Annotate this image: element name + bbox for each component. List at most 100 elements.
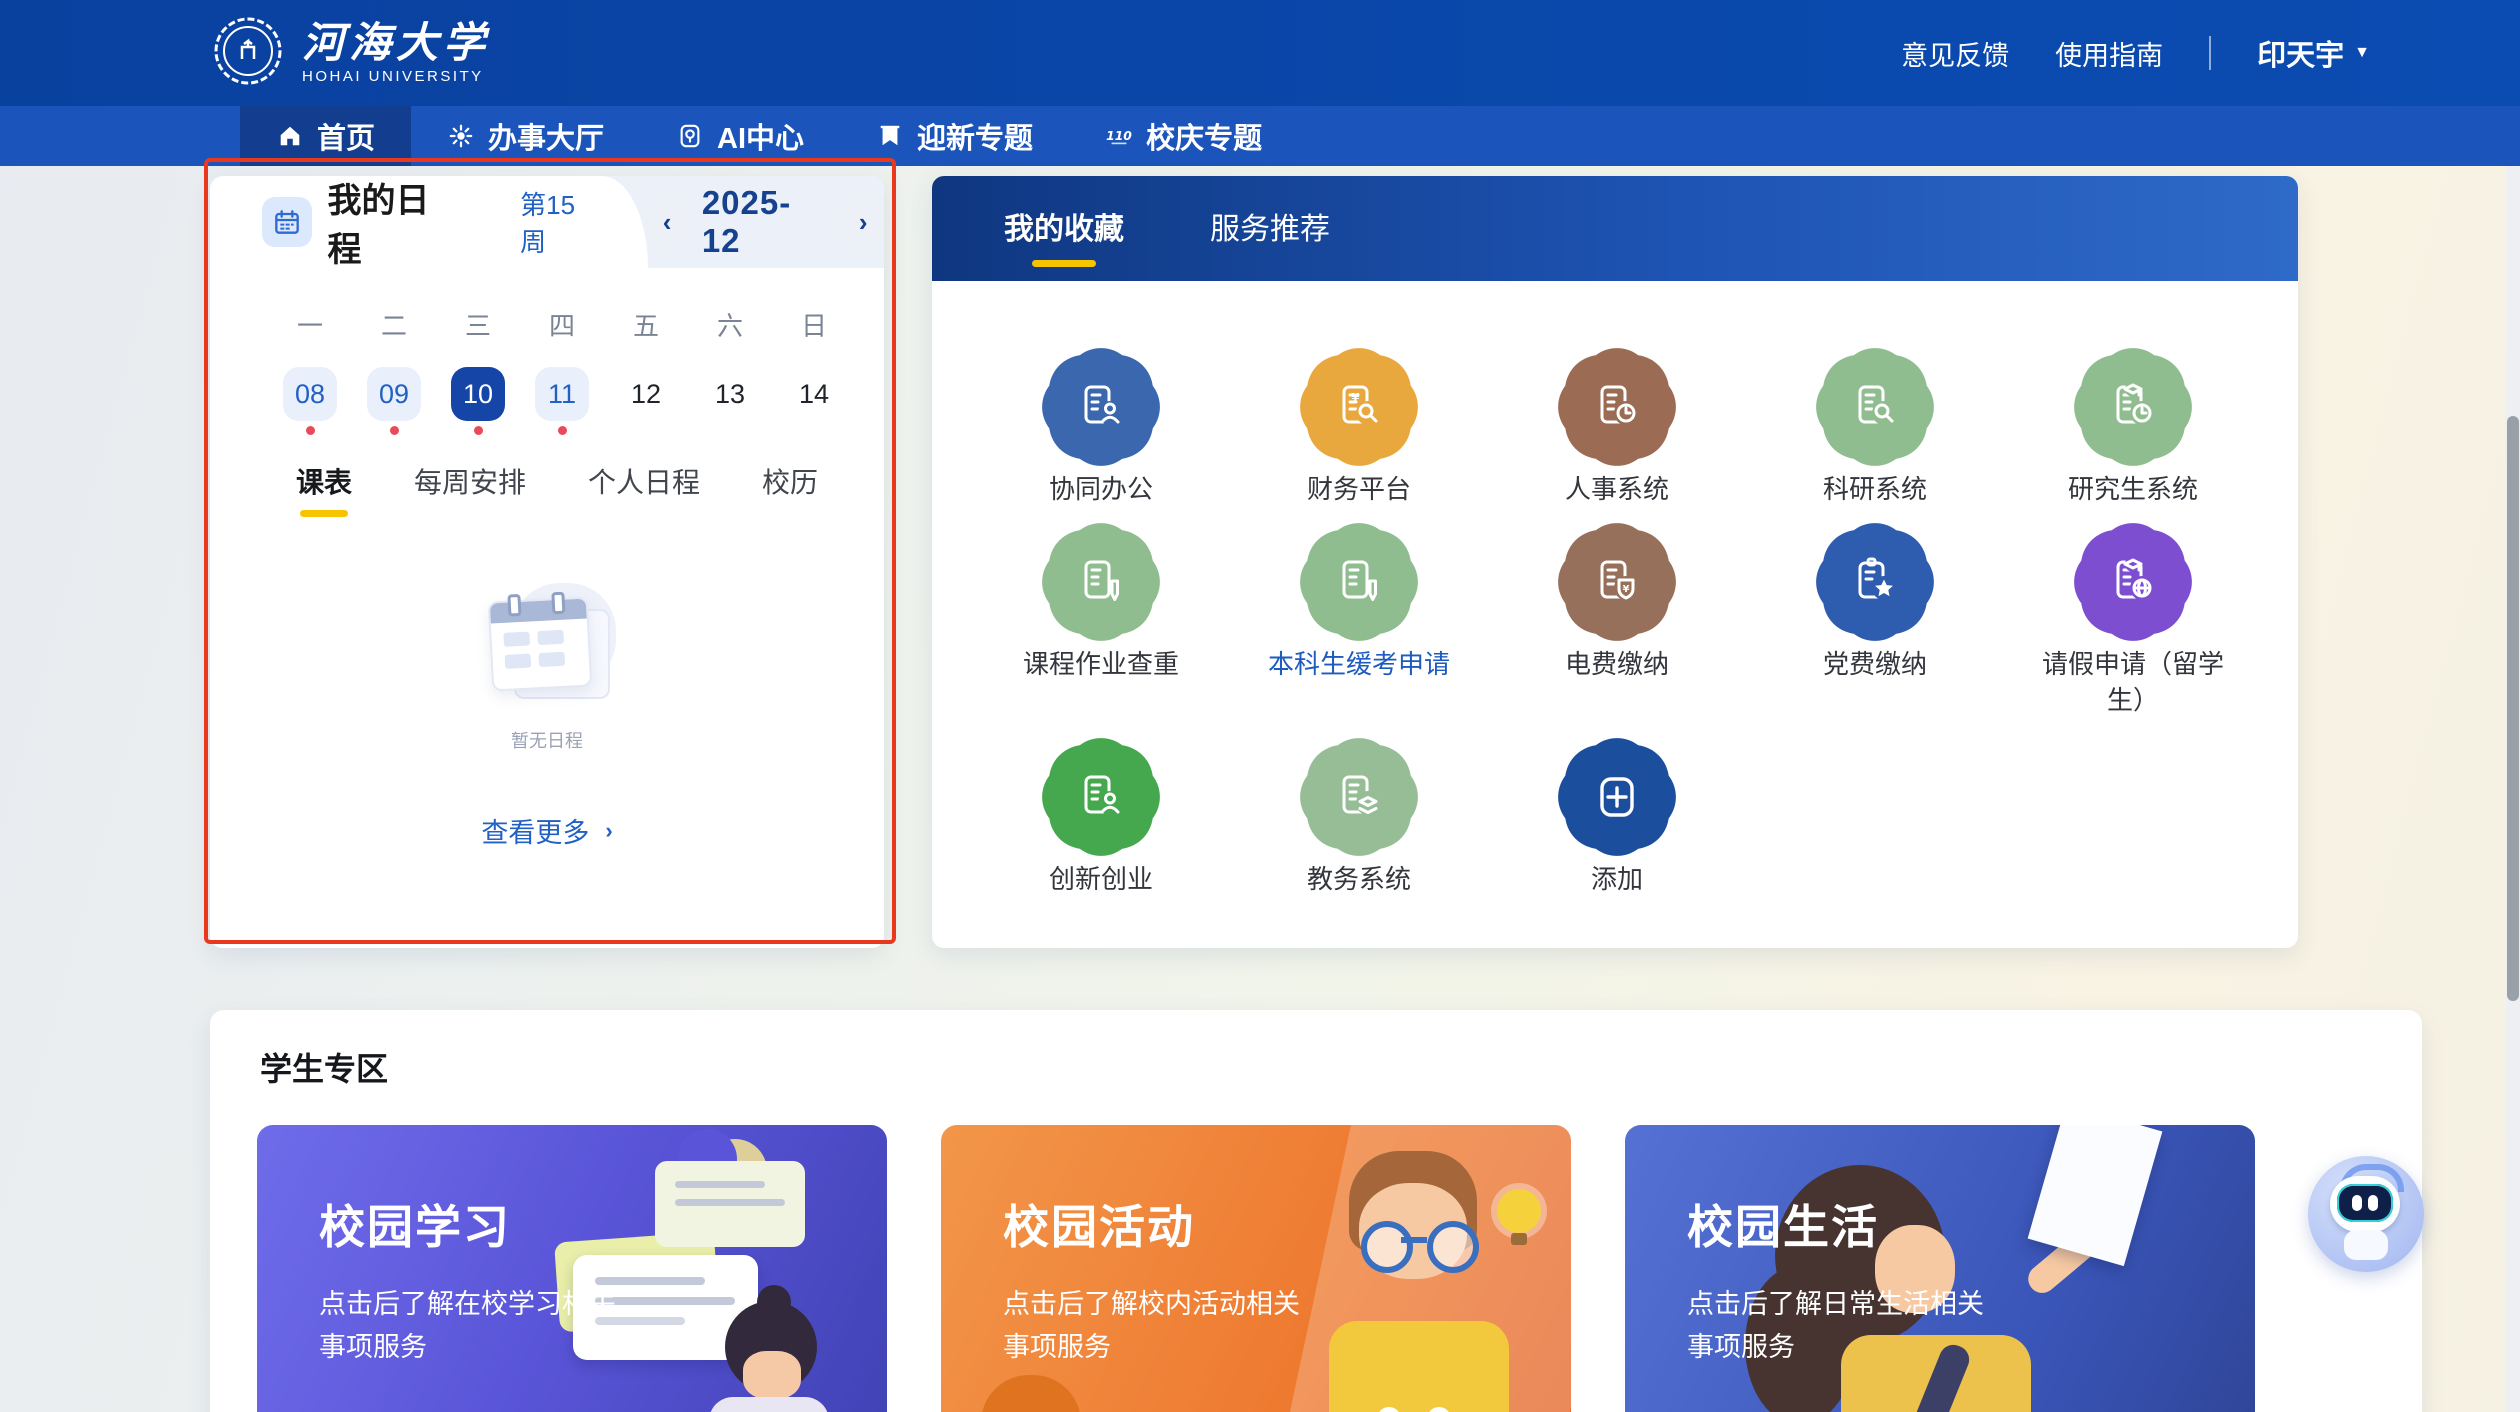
view-more-link[interactable]: 查看更多 › — [481, 811, 612, 850]
favorite-service[interactable]: 协同办公 — [972, 355, 1230, 530]
anniversary-110-icon: 110 — [1105, 122, 1133, 150]
date-chip[interactable]: 14 — [787, 367, 841, 421]
tab-underline — [446, 510, 494, 517]
doc-star-badge-icon — [1823, 530, 1927, 634]
doc-person-badge-icon — [1049, 355, 1153, 459]
schedule-tab-timetable[interactable]: 课表 — [296, 461, 352, 517]
add-service-button[interactable]: 添加 — [1488, 745, 1746, 897]
student-card-campus-study[interactable]: 校园学习点击后了解在校学习相关事项服务 — [257, 1125, 887, 1412]
doc-layers-badge-icon — [1307, 745, 1411, 849]
tab-underline — [620, 510, 668, 517]
svg-text:110: 110 — [1106, 129, 1132, 143]
nav-item-ai-center[interactable]: AI中心 — [640, 106, 840, 166]
nav-item-home[interactable]: 首页 — [240, 106, 411, 166]
next-month-button[interactable]: › — [842, 201, 884, 243]
date-chip[interactable]: 12 — [619, 367, 673, 421]
event-dot — [306, 426, 315, 435]
favorite-service[interactable]: 党费缴纳 — [1746, 530, 2004, 745]
empty-schedule-state: 暂无日程 查看更多 › — [210, 583, 884, 850]
card-title: 校园学习 — [319, 1191, 511, 1257]
service-label: 电费缴纳 — [1565, 646, 1669, 682]
favorite-service[interactable]: ¥电费缴纳 — [1488, 530, 1746, 745]
feedback-link[interactable]: 意见反馈 — [1901, 34, 2009, 73]
event-dot — [390, 426, 399, 435]
favorite-service[interactable]: 研究生系统 — [2004, 355, 2262, 530]
tab-underline — [766, 510, 814, 517]
schedule-header: 我的日程 第15周 ‹ 2025-12 › — [210, 176, 884, 268]
scrollbar-track[interactable] — [2506, 166, 2520, 1412]
service-label: 教务系统 — [1307, 861, 1411, 897]
university-seal-icon — [212, 15, 284, 92]
service-label: 科研系统 — [1823, 471, 1927, 507]
weekday-label: 一 — [268, 306, 352, 343]
service-label: 人事系统 — [1565, 471, 1669, 507]
nav-item-orientation[interactable]: 迎新专题 — [840, 106, 1069, 166]
date-row: 08 09 10 11 12 13 14 — [268, 367, 884, 435]
date-cell[interactable]: 08 — [268, 367, 352, 435]
student-card-campus-activity[interactable]: 校园活动点击后了解校内活动相关事项服务 — [941, 1125, 1571, 1412]
logo-text-en: HOHAI UNIVERSITY — [302, 68, 490, 85]
favorite-service[interactable]: 人事系统 — [1488, 355, 1746, 530]
favorite-service[interactable]: 教务系统 — [1230, 745, 1488, 897]
date-chip[interactable]: 10 — [451, 367, 505, 421]
nav-item-service-hall[interactable]: 办事大厅 — [411, 106, 640, 166]
student-card-campus-life[interactable]: 校园生活点击后了解日常生活相关事项服务 — [1625, 1125, 2255, 1412]
schedule-tab-weekly-plan[interactable]: 每周安排 — [414, 461, 526, 517]
date-chip[interactable]: 08 — [283, 367, 337, 421]
favorite-service[interactable]: 本科生缓考申请 — [1230, 530, 1488, 745]
favorite-service[interactable]: 创新创业 — [972, 745, 1230, 897]
nav-item-anniversary[interactable]: 110校庆专题 — [1069, 106, 1298, 166]
top-header: 河海大学 HOHAI UNIVERSITY 意见反馈 使用指南 印天宇 ▼ — [0, 0, 2520, 106]
home-icon — [276, 122, 304, 150]
user-menu[interactable]: 印天宇 ▼ — [2257, 32, 2370, 74]
favorites-panel: 我的收藏 服务推荐 协同办公¥财务平台人事系统 科研系统 研究生系统课程作业查重 本科生… — [932, 176, 2298, 948]
prev-month-button[interactable]: ‹ — [646, 201, 688, 243]
weekday-label: 四 — [520, 306, 604, 343]
doc-clock-badge-icon — [1565, 355, 1669, 459]
date-cell[interactable]: 10 — [436, 367, 520, 435]
favorite-service[interactable]: 请假申请（留学生） — [2004, 530, 2262, 745]
user-name: 印天宇 — [2257, 32, 2344, 74]
favorite-service[interactable]: 课程作业查重 — [972, 530, 1230, 745]
tab-underline — [300, 510, 348, 517]
doc-person-badge-icon — [1049, 745, 1153, 849]
date-cell[interactable]: 11 — [520, 367, 604, 435]
top-right-links: 意见反馈 使用指南 印天宇 ▼ — [1901, 0, 2370, 106]
date-cell[interactable]: 09 — [352, 367, 436, 435]
weekday-label: 二 — [352, 306, 436, 343]
event-dot — [474, 426, 483, 435]
date-chip[interactable]: 09 — [367, 367, 421, 421]
favorite-service[interactable]: 科研系统 — [1746, 355, 2004, 530]
date-chip[interactable]: 11 — [535, 367, 589, 421]
favorites-grid: 协同办公¥财务平台人事系统 科研系统 研究生系统课程作业查重 本科生缓考申请¥电费缴纳… — [932, 281, 2298, 897]
current-month[interactable]: 2025-12 — [702, 184, 829, 260]
tab-underline — [1032, 260, 1096, 267]
schedule-tab-personal[interactable]: 个人日程 — [588, 461, 700, 517]
card-description: 点击后了解校内活动相关事项服务 — [1003, 1283, 1313, 1369]
robot-body — [2344, 1230, 2388, 1260]
service-label: 创新创业 — [1049, 861, 1153, 897]
date-cell[interactable]: 14 — [772, 367, 856, 435]
tab-underline — [1238, 260, 1302, 267]
favorites-tab-recommended[interactable]: 服务推荐 — [1210, 204, 1330, 281]
university-logo[interactable]: 河海大学 HOHAI UNIVERSITY — [212, 15, 490, 92]
doc-search-badge-icon — [1823, 355, 1927, 459]
ai-assistant-robot[interactable] — [2308, 1156, 2424, 1272]
guide-link[interactable]: 使用指南 — [2055, 34, 2163, 73]
date-cell[interactable]: 13 — [688, 367, 772, 435]
favorite-service[interactable]: ¥财务平台 — [1230, 355, 1488, 530]
scrollbar-thumb[interactable] — [2507, 416, 2519, 1001]
doc-pencil-badge-icon — [1307, 530, 1411, 634]
my-schedule-panel: 我的日程 第15周 ‹ 2025-12 › 一二三四五六日 0809101112… — [210, 176, 884, 948]
favorites-tab-my-favorites[interactable]: 我的收藏 — [1004, 204, 1124, 281]
ai-icon — [676, 122, 704, 150]
date-chip[interactable]: 13 — [703, 367, 757, 421]
student-zone-title: 学生专区 — [260, 1044, 388, 1090]
service-label: 课程作业查重 — [1023, 646, 1179, 682]
date-cell[interactable]: 12 — [604, 367, 688, 435]
schedule-tab-school-calendar[interactable]: 校历 — [762, 461, 818, 517]
calendar-icon — [262, 197, 312, 247]
service-label: 研究生系统 — [2068, 471, 2198, 507]
empty-calendar-illustration — [472, 583, 622, 713]
weekday-label: 三 — [436, 306, 520, 343]
